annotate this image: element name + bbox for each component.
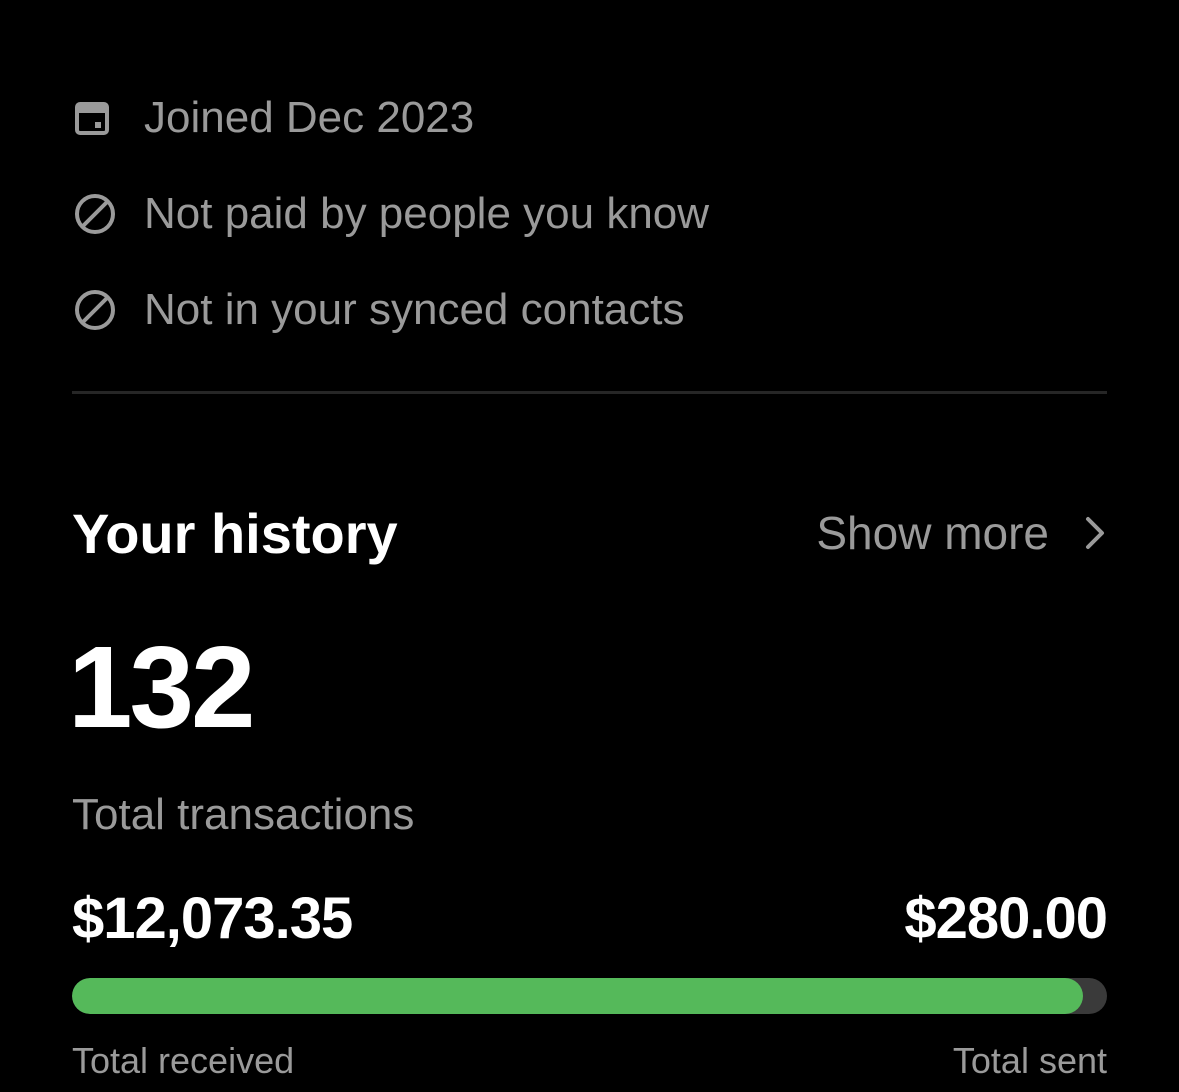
- received-sent-ratio-bar: [72, 978, 1107, 1014]
- profile-info-list: Joined Dec 2023 Not paid by people you k…: [72, 70, 1107, 358]
- total-received-label: Total received: [72, 1040, 295, 1081]
- history-header: Your history Show more: [72, 495, 1107, 571]
- joined-date-text: Joined Dec 2023: [144, 93, 475, 142]
- blocked-icon: [72, 285, 122, 335]
- chevron-right-icon: [1083, 513, 1107, 553]
- total-transactions-count: 132: [68, 622, 256, 752]
- not-paid-by-known-row: Not paid by people you know: [72, 166, 1107, 262]
- show-more-label: Show more: [816, 507, 1049, 559]
- amount-labels-row: Total received Total sent: [72, 1040, 1107, 1082]
- joined-date-row: Joined Dec 2023: [72, 70, 1107, 166]
- total-sent-amount: $280.00: [904, 886, 1108, 951]
- amounts-row: $12,073.35 $280.00: [72, 885, 1108, 952]
- section-divider: [72, 391, 1107, 394]
- calendar-icon: [72, 93, 122, 143]
- not-in-contacts-text: Not in your synced contacts: [144, 285, 685, 334]
- history-title: Your history: [72, 501, 398, 565]
- total-received-amount: $12,073.35: [72, 886, 353, 951]
- total-sent-label: Total sent: [952, 1040, 1107, 1081]
- received-share-fill: [72, 978, 1084, 1014]
- show-more-button[interactable]: Show more: [816, 506, 1107, 560]
- blocked-icon: [72, 189, 122, 239]
- total-transactions-label: Total transactions: [72, 790, 415, 839]
- not-in-contacts-row: Not in your synced contacts: [72, 262, 1107, 358]
- not-paid-by-known-text: Not paid by people you know: [144, 189, 710, 238]
